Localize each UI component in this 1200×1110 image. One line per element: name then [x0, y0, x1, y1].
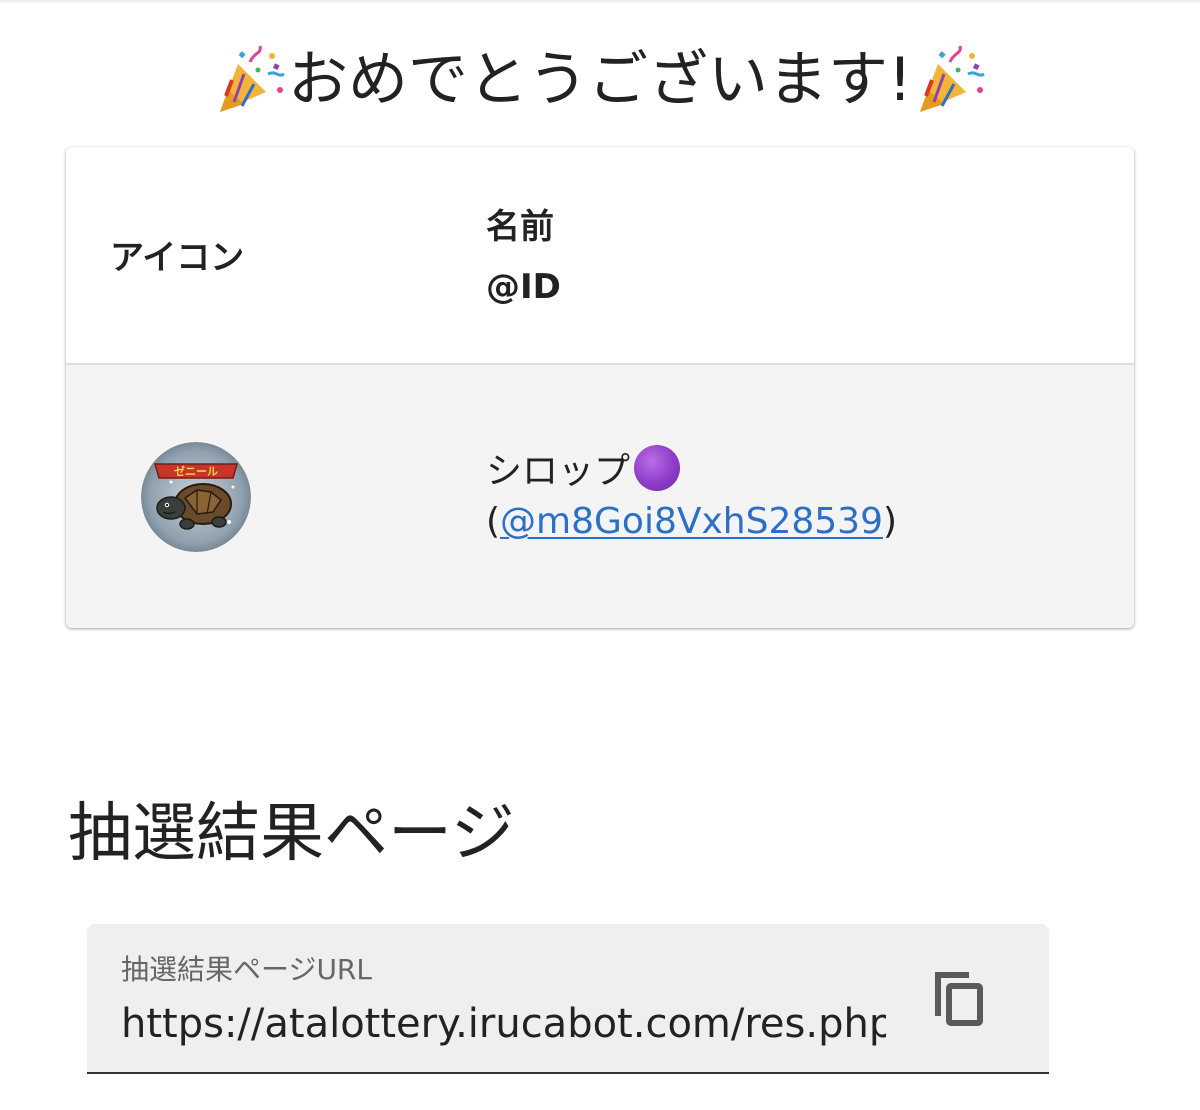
winner-name: シロップ: [486, 443, 681, 493]
avatar: ゼニール: [141, 442, 251, 552]
table-header: アイコン 名前 @ID: [66, 147, 1134, 365]
header-name-label: 名前: [486, 207, 554, 247]
results-url-input[interactable]: https://atalottery.irucabot.com/res.php: [121, 996, 886, 1052]
title-text: おめでとうございます!: [287, 45, 913, 115]
id-close-paren: ): [882, 501, 898, 542]
copy-button[interactable]: [925, 964, 995, 1034]
turtle-avatar-icon: ゼニール: [141, 442, 251, 552]
header-id-label: @ID: [486, 267, 561, 307]
winner-table: アイコン 名前 @ID ゼニール シロップ (@m8Goi8VxhS28539): [66, 147, 1134, 628]
avatar-banner-text: ゼニール: [174, 464, 218, 478]
table-row: ゼニール シロップ (@m8Goi8VxhS28539): [66, 365, 1134, 628]
winner-id-link[interactable]: @m8Goi8VxhS28539: [500, 501, 883, 542]
id-open-paren: (: [486, 501, 501, 542]
winner-id: (@m8Goi8VxhS28539): [486, 497, 897, 547]
results-page-heading: 抽選結果ページ: [68, 797, 515, 871]
page: おめでとうございます! アイコン 名前 @ID ゼニール シロップ (@m8Go…: [0, 0, 1200, 1110]
header-icon-label: アイコン: [110, 238, 245, 278]
results-url-field[interactable]: 抽選結果ページURL https://atalottery.irucabot.c…: [87, 924, 1049, 1074]
copy-icon: [935, 972, 983, 1026]
congratulations-title: おめでとうございます!: [0, 40, 1200, 120]
purple-circle-icon: [634, 445, 681, 491]
party-popper-icon: [214, 44, 286, 116]
results-url-label: 抽選結果ページURL: [121, 953, 372, 986]
winner-name-text: シロップ: [486, 451, 631, 492]
top-divider: [0, 0, 1200, 4]
party-popper-icon: [914, 44, 986, 116]
